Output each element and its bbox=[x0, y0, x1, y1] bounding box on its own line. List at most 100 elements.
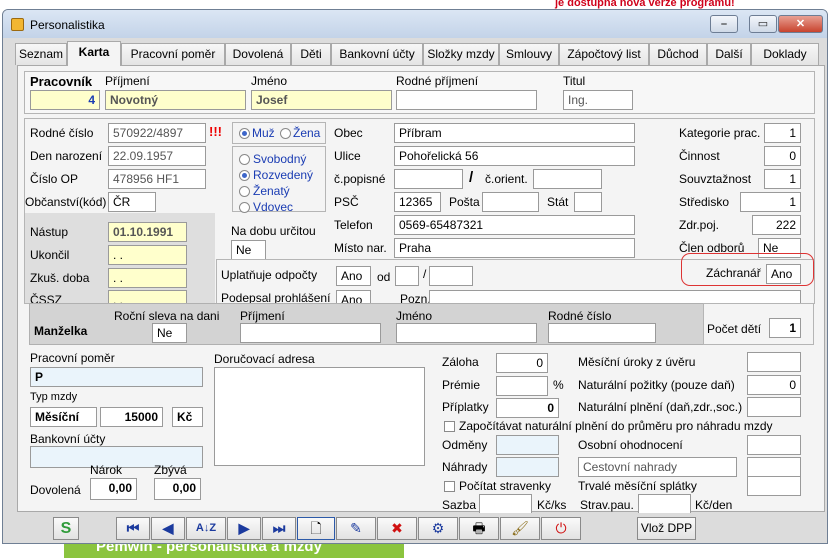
tools-icon[interactable]: 🖌 bbox=[500, 517, 540, 540]
trvale-splatky-field[interactable] bbox=[747, 476, 801, 496]
cislo-op-field[interactable]: 478956 HF1 bbox=[108, 169, 206, 189]
delete-record-icon[interactable]: ✖ bbox=[377, 517, 417, 540]
stredisko-field[interactable]: 1 bbox=[740, 192, 801, 212]
spouse-prijmeni-field[interactable] bbox=[240, 323, 381, 343]
mzda-field[interactable]: 15000 bbox=[100, 407, 163, 427]
maximize-button[interactable]: ▭ bbox=[749, 15, 777, 33]
tab-pracovni-pomer[interactable]: Pracovní poměr bbox=[121, 43, 225, 65]
pocet-deti-field[interactable]: 1 bbox=[769, 318, 801, 338]
zachranar-field[interactable]: Ano bbox=[766, 264, 801, 284]
premie-field[interactable] bbox=[496, 376, 548, 396]
zapocitavat-checkbox[interactable] bbox=[444, 421, 455, 432]
pracovnik-field[interactable]: 4 bbox=[30, 90, 100, 110]
typ-mzdy-field[interactable]: Měsíční bbox=[30, 407, 97, 427]
rodne-cislo-field[interactable]: 570922/4897 bbox=[108, 123, 206, 143]
zaloha-field[interactable]: 0 bbox=[496, 353, 548, 373]
nahrady-field[interactable] bbox=[496, 457, 559, 477]
next-record-icon[interactable]: ▶ bbox=[227, 517, 261, 540]
first-record-icon[interactable]: ⏮ bbox=[116, 517, 150, 540]
tab-bankovni-ucty[interactable]: Bankovní účty bbox=[331, 43, 423, 65]
telefon-field[interactable]: 0569-65487321 bbox=[394, 215, 635, 235]
tab-doklady[interactable]: Doklady bbox=[751, 43, 819, 65]
tab-slozky-mzdy[interactable]: Složky mzdy bbox=[423, 43, 499, 65]
tab-duchod[interactable]: Důchod bbox=[649, 43, 707, 65]
cestovni-nahrady-field[interactable]: Cestovní nahrady bbox=[578, 457, 737, 477]
marital-vdovec-radio[interactable] bbox=[239, 202, 250, 213]
pocitat-stravenky-checkbox[interactable] bbox=[444, 481, 455, 492]
titul-field[interactable]: Ing. bbox=[563, 90, 633, 110]
od-field[interactable] bbox=[395, 266, 419, 286]
spouse-jmeno-field[interactable] bbox=[396, 323, 537, 343]
ukoncil-field[interactable]: . . bbox=[108, 245, 187, 265]
pozitky-field[interactable]: 0 bbox=[747, 375, 801, 395]
strav-pau-field[interactable] bbox=[638, 494, 691, 514]
rocni-sleva-field[interactable]: Ne bbox=[152, 323, 187, 343]
posta-field[interactable] bbox=[482, 192, 539, 212]
jmeno-field[interactable]: Josef bbox=[251, 90, 392, 110]
marital-rozvedeny-radio[interactable] bbox=[239, 170, 250, 181]
ulice-field[interactable]: Pohořelická 56 bbox=[394, 146, 635, 166]
print-icon[interactable]: 🖶 bbox=[459, 517, 499, 540]
zkus-doba-field[interactable]: . . bbox=[108, 268, 187, 288]
zkus-doba-label: Zkuš. doba bbox=[30, 271, 90, 285]
uroky-field[interactable] bbox=[747, 352, 801, 372]
sort-icon[interactable]: A↓Z bbox=[186, 517, 226, 540]
tab-dovolena[interactable]: Dovolená bbox=[225, 43, 291, 65]
plneni-field[interactable] bbox=[747, 397, 801, 417]
last-record-icon[interactable]: ⏭ bbox=[262, 517, 296, 540]
edit-record-icon[interactable]: ✎ bbox=[336, 517, 376, 540]
od-rok-field[interactable] bbox=[429, 266, 473, 286]
na-dobu-urcitou-field[interactable]: Ne bbox=[231, 240, 266, 260]
karta-page: Pracovník 4 Příjmení Novotný Jméno Josef… bbox=[17, 65, 825, 514]
minimize-button[interactable]: ⎯ bbox=[710, 15, 738, 33]
uplatnuje-field[interactable]: Ano bbox=[336, 266, 371, 286]
dorucovaci-field[interactable] bbox=[214, 367, 425, 466]
osobni-ohodnoceni-field[interactable] bbox=[747, 435, 801, 455]
obcanstvi-field[interactable]: ČR bbox=[108, 192, 156, 212]
tab-dalsi[interactable]: Další bbox=[707, 43, 751, 65]
kategorie-field[interactable]: 1 bbox=[764, 123, 801, 143]
narok-field[interactable]: 0,00 bbox=[90, 478, 137, 500]
cinnost-field[interactable]: 0 bbox=[764, 146, 801, 166]
cislo-popisne-field[interactable] bbox=[394, 169, 463, 189]
souvztaznost-field[interactable]: 1 bbox=[764, 169, 801, 189]
close-button[interactable]: ✕ bbox=[778, 15, 823, 33]
prijmeni-field[interactable]: Novotný bbox=[105, 90, 246, 110]
zbyva-label: Zbývá bbox=[154, 463, 187, 477]
tab-karta[interactable]: Karta bbox=[67, 41, 121, 66]
stat-field[interactable] bbox=[574, 192, 602, 212]
gender-zena-radio[interactable] bbox=[280, 128, 291, 139]
cislo-orient-field[interactable] bbox=[533, 169, 602, 189]
manzelka-label: Manželka bbox=[34, 324, 88, 338]
tab-seznam[interactable]: Seznam bbox=[15, 43, 67, 65]
cestovni-nahrady-value-field[interactable] bbox=[747, 457, 801, 477]
odmeny-field[interactable] bbox=[496, 435, 559, 455]
gender-muz-radio[interactable] bbox=[239, 128, 250, 139]
tab-zapoctovy-list[interactable]: Zápočtový list bbox=[559, 43, 649, 65]
previous-record-icon[interactable]: ◀ bbox=[151, 517, 185, 540]
zdrpoj-field[interactable]: 222 bbox=[752, 215, 801, 235]
spouse-rc-field[interactable] bbox=[548, 323, 656, 343]
psc-field[interactable]: 12365 bbox=[394, 192, 441, 212]
new-record-icon[interactable]: 🗋 bbox=[297, 517, 335, 540]
den-narozeni-field[interactable]: 22.09.1957 bbox=[108, 146, 206, 166]
tab-smlouvy[interactable]: Smlouvy bbox=[499, 43, 559, 65]
zbyva-field[interactable]: 0,00 bbox=[154, 478, 201, 500]
obec-field[interactable]: Příbram bbox=[394, 123, 635, 143]
s-logo-button[interactable]: S bbox=[53, 517, 79, 540]
tab-deti[interactable]: Děti bbox=[291, 43, 331, 65]
sazba-field[interactable] bbox=[479, 494, 532, 514]
marital-svobodny-radio[interactable] bbox=[239, 154, 250, 165]
nastup-field[interactable]: 01.10.1991 bbox=[108, 222, 187, 242]
pracovni-pomer-field[interactable]: P bbox=[30, 367, 203, 387]
search-icon[interactable]: ⚙ bbox=[418, 517, 458, 540]
marital-zenaty-radio[interactable] bbox=[239, 186, 250, 197]
priplatky-field[interactable]: 0 bbox=[496, 398, 559, 418]
exit-icon[interactable]: ⏻ bbox=[541, 517, 581, 540]
rodne-prijmeni-field[interactable] bbox=[396, 90, 537, 110]
misto-nar-field[interactable]: Praha bbox=[394, 238, 635, 258]
mena-field[interactable]: Kč bbox=[172, 407, 203, 427]
title-bar[interactable]: Personalistika ⎯ ▭ ✕ bbox=[3, 10, 827, 38]
vloz-dpp-button[interactable]: Vlož DPP bbox=[637, 517, 696, 540]
update-notice[interactable]: je dostupná nová verze programu! bbox=[555, 0, 735, 9]
